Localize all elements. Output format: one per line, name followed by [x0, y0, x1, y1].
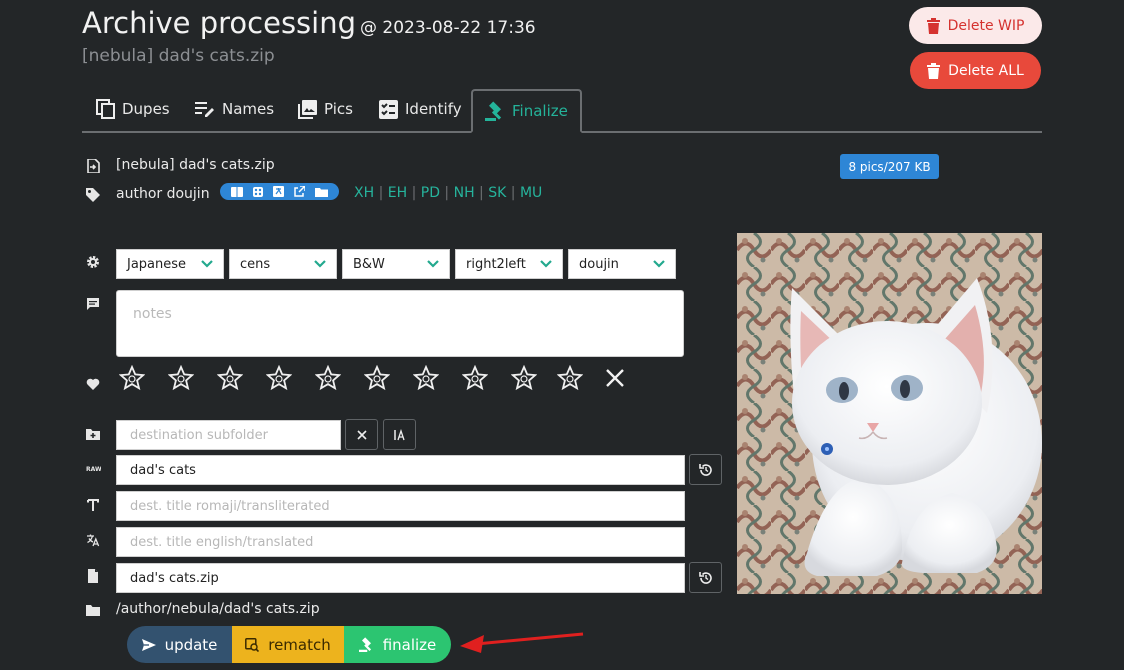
tab-finalize[interactable]: Finalize	[471, 89, 582, 133]
category-select[interactable]: doujin	[568, 249, 676, 279]
chevron-down-icon	[201, 260, 213, 268]
finalize-button[interactable]: finalize	[344, 626, 451, 663]
timestamp: @ 2023-08-22 17:36	[360, 18, 536, 38]
english-title-input[interactable]: dest. title english/translated	[116, 527, 685, 557]
folder-icon[interactable]	[315, 187, 328, 197]
reset-title-button[interactable]	[689, 454, 722, 485]
book-icon[interactable]	[231, 186, 243, 197]
tag-tools	[220, 183, 339, 200]
clear-rating-icon[interactable]	[605, 368, 625, 388]
file-import-icon	[87, 159, 100, 173]
annotation-arrow-icon	[460, 632, 584, 653]
translate-icon[interactable]	[273, 186, 284, 197]
language-select[interactable]: Japanese	[116, 249, 224, 279]
tags-text: author doujin	[116, 186, 210, 202]
chevron-down-icon	[427, 260, 439, 268]
star-5-icon[interactable]	[315, 365, 341, 391]
gavel-icon	[358, 637, 371, 652]
raw-title-input[interactable]: dad's cats	[116, 455, 685, 485]
star-1-icon[interactable]	[119, 365, 145, 391]
svg-text:RAW: RAW	[86, 466, 101, 472]
chevron-down-icon	[314, 260, 326, 268]
censorship-select[interactable]: cens	[229, 249, 337, 279]
close-icon	[356, 429, 367, 440]
author-subfolder-button[interactable]	[383, 419, 416, 450]
image-search-icon	[245, 637, 260, 652]
tab-pics[interactable]: Pics	[298, 89, 353, 129]
subfolder-input[interactable]: destination subfolder	[116, 420, 341, 450]
edit-list-icon	[195, 102, 214, 117]
copy-icon	[96, 99, 115, 119]
kitten-image	[737, 233, 1042, 594]
star-10-icon[interactable]	[557, 365, 583, 391]
star-8-icon[interactable]	[462, 365, 488, 391]
history-icon	[698, 571, 712, 584]
page-title: Archive processing @ 2023-08-22 17:36	[82, 6, 536, 40]
page-subtitle: [nebula] dad's cats.zip	[82, 46, 275, 66]
link-sk[interactable]: SK	[488, 185, 506, 201]
color-select[interactable]: B&W	[342, 249, 450, 279]
gear-icon	[87, 256, 99, 268]
star-4-icon[interactable]	[266, 365, 292, 391]
link-xh[interactable]: XH	[354, 185, 374, 201]
chevron-down-icon	[653, 260, 665, 268]
rematch-button[interactable]: rematch	[232, 626, 344, 663]
heart-icon	[86, 378, 100, 390]
trash-icon	[926, 17, 940, 34]
link-eh[interactable]: EH	[388, 185, 407, 201]
raw-icon: RAW	[86, 466, 101, 472]
source-links: XH | EH | PD | NH | SK | MU	[354, 185, 543, 201]
notes-textarea[interactable]: notes	[116, 290, 684, 357]
trash-icon	[927, 62, 941, 79]
reset-filename-button[interactable]	[689, 562, 722, 593]
cover-image	[737, 233, 1042, 594]
star-2-icon[interactable]	[168, 365, 194, 391]
romaji-title-input[interactable]: dest. title romaji/transliterated	[116, 491, 685, 521]
translate-icon	[87, 534, 100, 547]
external-link-icon[interactable]	[294, 186, 305, 197]
filename-input[interactable]: dad's cats.zip	[116, 563, 685, 593]
tab-bar: Dupes Names Pics Identify Finalize	[82, 89, 1042, 133]
direction-select[interactable]: right2left	[455, 249, 563, 279]
link-mu[interactable]: MU	[520, 185, 542, 201]
chevron-down-icon	[540, 260, 552, 268]
delete-all-button[interactable]: Delete ALL	[910, 52, 1041, 89]
update-button[interactable]: update	[127, 626, 232, 663]
checklist-icon	[379, 99, 398, 119]
star-7-icon[interactable]	[413, 365, 439, 391]
tab-identify[interactable]: Identify	[379, 89, 462, 129]
send-icon	[141, 638, 156, 651]
folder-icon	[86, 605, 100, 616]
history-icon	[698, 463, 712, 476]
destination-path: /author/nebula/dad's cats.zip	[116, 601, 320, 617]
comment-icon	[87, 298, 99, 310]
size-badge: 8 pics/207 KB	[840, 154, 939, 179]
file-icon	[88, 569, 98, 583]
tab-dupes[interactable]: Dupes	[96, 89, 170, 129]
images-icon	[298, 99, 317, 119]
link-nh[interactable]: NH	[454, 185, 475, 201]
folder-plus-icon	[86, 429, 100, 440]
star-3-icon[interactable]	[217, 365, 243, 391]
text-cursor-icon	[393, 428, 405, 440]
clear-subfolder-button[interactable]	[345, 419, 378, 450]
delete-wip-button[interactable]: Delete WIP	[909, 7, 1042, 44]
dice-icon[interactable]	[253, 186, 263, 197]
tab-names[interactable]: Names	[195, 89, 274, 129]
link-pd[interactable]: PD	[421, 185, 440, 201]
star-6-icon[interactable]	[364, 365, 390, 391]
star-9-icon[interactable]	[511, 365, 537, 391]
archive-filename: [nebula] dad's cats.zip	[116, 157, 275, 173]
tag-icon	[86, 188, 100, 202]
gavel-icon	[485, 101, 502, 121]
text-icon	[87, 499, 99, 511]
